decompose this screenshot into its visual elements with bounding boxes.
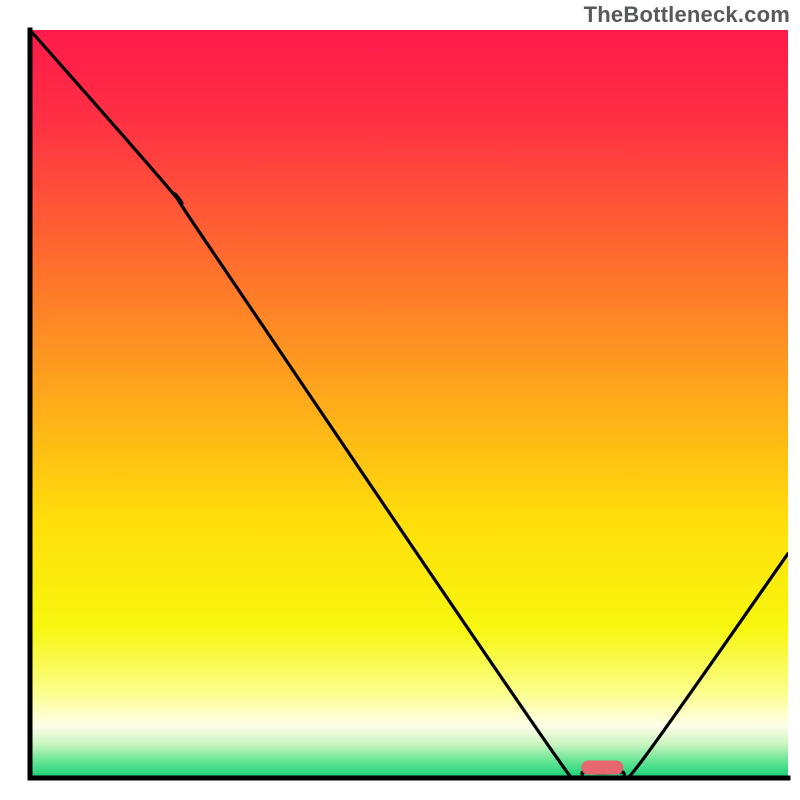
chart-container: TheBottleneck.com xyxy=(0,0,800,800)
gradient-background xyxy=(30,30,788,778)
bottleneck-chart xyxy=(0,0,800,800)
plot-area xyxy=(30,30,788,800)
optimal-marker xyxy=(581,761,623,775)
